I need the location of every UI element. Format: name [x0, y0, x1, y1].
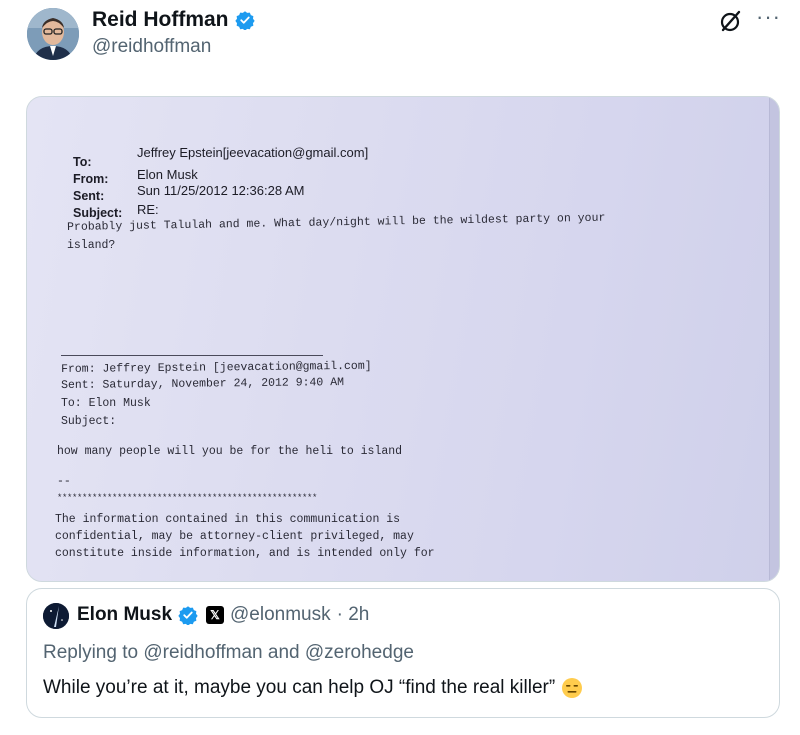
quoted-divider: [61, 355, 323, 356]
email-from-label: From:: [73, 172, 109, 186]
quoted-body: how many people will you be for the heli…: [57, 445, 403, 458]
quoted-post[interactable]: Elon Musk 𝕏 @elonmusk · 2h Replying to @…: [26, 588, 780, 718]
email-sent-label: Sent:: [73, 189, 105, 203]
more-options-icon[interactable]: ···: [756, 6, 781, 28]
quoted-post-time[interactable]: · 2h: [337, 604, 370, 626]
verified-badge-icon[interactable]: [178, 605, 198, 626]
disclaimer-line: confidential, may be attorney-client pri…: [55, 530, 414, 543]
disclaimer-line: constitute inside information, and is in…: [55, 547, 435, 560]
expressionless-face-emoji-icon: [561, 677, 583, 699]
disclaimer-line: The information contained in this commun…: [55, 513, 401, 526]
author-handle[interactable]: @reidhoffman: [92, 36, 211, 58]
quoted-author-name[interactable]: Elon Musk: [77, 604, 172, 626]
author-avatar[interactable]: [27, 8, 79, 60]
x-affiliate-icon[interactable]: 𝕏: [206, 606, 225, 624]
author-name-row: Reid Hoffman: [92, 8, 255, 32]
asterisk-separator: ****************************************…: [57, 493, 318, 503]
quoted-author-row: Elon Musk 𝕏 @elonmusk · 2h: [77, 604, 369, 626]
grok-icon[interactable]: [718, 8, 744, 34]
author-display-name[interactable]: Reid Hoffman: [92, 8, 229, 32]
quoted-header-line: Subject:: [61, 415, 117, 428]
email-from-value: Elon Musk: [137, 167, 198, 182]
reply-body-line: island?: [67, 239, 116, 252]
signature-dashes: --: [57, 475, 71, 488]
quoted-author-avatar[interactable]: [43, 603, 69, 629]
quoted-post-text-row: While you’re at it, maybe you can help O…: [43, 677, 583, 699]
quoted-post-text: While you’re at it, maybe you can help O…: [43, 677, 556, 698]
quoted-header-line: To: Elon Musk: [61, 397, 151, 410]
email-subject-value: RE:: [137, 202, 159, 217]
post-header: Reid Hoffman @reidhoffman ···: [0, 0, 800, 88]
email-to-value: Jeffrey Epstein[jeevacation@gmail.com]: [137, 145, 369, 160]
quoted-header-line: From: Jeffrey Epstein [jeevacation@gmail…: [61, 359, 372, 376]
email-sent-value: Sun 11/25/2012 12:36:28 AM: [137, 183, 305, 198]
quoted-author-handle[interactable]: @elonmusk: [230, 604, 331, 626]
email-to-label: To:: [73, 155, 92, 169]
verified-badge-icon[interactable]: [234, 10, 255, 31]
quoted-header-line: Sent: Saturday, November 24, 2012 9:40 A…: [61, 376, 345, 392]
page-edge: [769, 97, 779, 581]
replying-to[interactable]: Replying to @reidhoffman and @zerohedge: [43, 642, 414, 664]
email-subject-label: Subject:: [73, 206, 123, 220]
post-image[interactable]: To: Jeffrey Epstein[jeevacation@gmail.co…: [26, 96, 780, 582]
email-printout: To: Jeffrey Epstein[jeevacation@gmail.co…: [27, 97, 779, 581]
